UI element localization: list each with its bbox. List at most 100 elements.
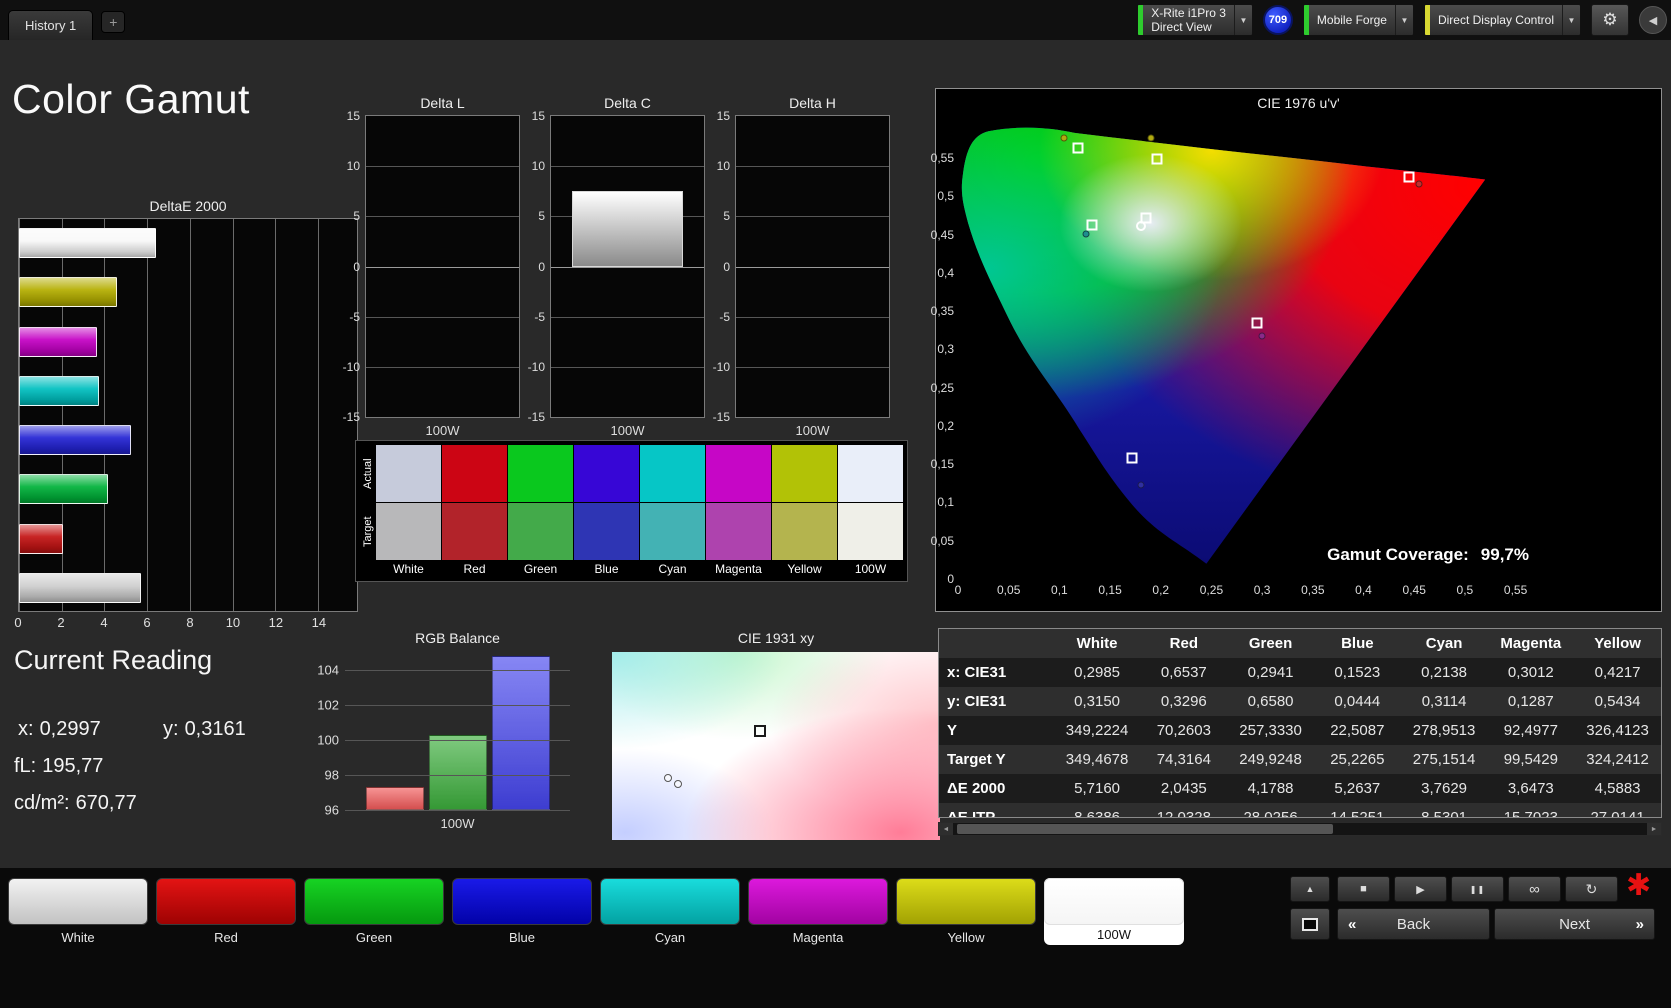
reading-y-value: 0,3161 [184, 718, 246, 740]
measurements-body: x: CIE31 0,2985 0,6537 0,2941 0,1523 0,2138 0,… [939, 658, 1661, 818]
patch-button-blue[interactable]: Blue [452, 878, 592, 945]
chevron-down-icon[interactable]: ▼ [1562, 5, 1580, 35]
patch-label: White [61, 930, 95, 945]
patch-list-up-button[interactable]: ▲ [1290, 876, 1330, 902]
bar-row [19, 367, 318, 416]
back-button[interactable]: « Back [1337, 908, 1490, 940]
scrollbar-thumb[interactable] [957, 824, 1333, 834]
chart-title: DeltaE 2000 [149, 198, 227, 214]
display-control-dropdown[interactable]: Direct Display Control ▼ [1423, 4, 1581, 36]
delta-trend-charts: Delta L 15 10 5 0 -5 -10 -15 100W Delta C 15 10 5 0 -5… [343, 95, 895, 445]
column-header: Green [1248, 635, 1293, 652]
swatch-label: White [393, 562, 424, 576]
alert-asterisk-icon[interactable]: ✱ [1626, 868, 1651, 903]
stop-button[interactable]: ■ [1337, 876, 1390, 902]
chart-title: CIE 1976 u'v' [1257, 95, 1340, 111]
reading-fl-label: fL: [14, 755, 37, 777]
table-cell: 0,6580 [1247, 693, 1294, 710]
actual-swatch [640, 445, 705, 502]
meter-dropdown[interactable]: X-Rite i1Pro 3 Direct View ▼ [1137, 4, 1253, 36]
patch-button-yellow[interactable]: Yellow [896, 878, 1036, 945]
gridline [345, 774, 570, 776]
gridline [345, 739, 570, 741]
patch-label: Blue [508, 930, 536, 945]
table-cell: 4,1788 [1247, 780, 1294, 797]
axis-tick-label: -15 [712, 410, 730, 424]
source-name: Mobile Forge [1316, 13, 1387, 27]
gridline [318, 219, 320, 611]
axis-tick-label: -10 [712, 359, 730, 374]
circle-marker [1136, 221, 1147, 232]
square-marker [1072, 142, 1084, 154]
target-swatch [772, 503, 837, 560]
scrollbar-track[interactable] [953, 823, 1647, 835]
gridline [345, 669, 570, 671]
patch-button-cyan[interactable]: Cyan [600, 878, 740, 945]
bar-row [19, 416, 318, 465]
table-cell: 0,2985 [1074, 664, 1121, 681]
gridline [366, 216, 519, 218]
reading-fl-value: 195,77 [42, 755, 104, 777]
axis-label: 100W [610, 423, 645, 438]
chart-title: CIE 1931 xy [737, 630, 815, 646]
axis-tick-label: 0,3 [1253, 583, 1271, 597]
rgb-bar-blue [491, 655, 550, 810]
scroll-left-button[interactable]: ◄ [939, 823, 953, 835]
patch-window-button[interactable] [1290, 908, 1330, 940]
source-dropdown[interactable]: Mobile Forge ▼ [1302, 4, 1414, 36]
reading-cdm2: cd/m²: 670,77 [14, 792, 137, 815]
actual-swatch [838, 445, 903, 502]
deltae-bar-red [19, 523, 63, 554]
row-label: Y [947, 722, 958, 739]
table-cell: 0,3012 [1507, 664, 1554, 681]
column-header: Yellow [1594, 635, 1641, 652]
patch-swatch [600, 878, 740, 925]
delta-chart-delta-l: Delta L 15 10 5 0 -5 -10 -15 100W [343, 95, 520, 438]
table-cell: 2,0435 [1160, 780, 1207, 797]
table-cell: 349,4678 [1065, 751, 1129, 768]
add-tab-button[interactable]: + [101, 11, 126, 33]
axis-tick-label: 100 [317, 732, 339, 748]
gridline [736, 266, 889, 268]
deltae-bar-yellow [19, 277, 118, 308]
meter-dropdown-text: X-Rite i1Pro 3 Direct View [1143, 5, 1234, 35]
circle-marker [673, 779, 682, 788]
current-reading-title: Current Reading [14, 645, 213, 675]
patch-button-red[interactable]: Red [156, 878, 296, 945]
pause-button[interactable]: ❚❚ [1451, 876, 1504, 902]
table-horizontal-scrollbar[interactable]: ◄ ► [938, 822, 1662, 836]
scroll-right-button[interactable]: ► [1647, 823, 1661, 835]
cie1931-plot [612, 652, 940, 840]
patch-swatch [1044, 878, 1184, 925]
axis-tick-label: 0,35 [1301, 583, 1325, 597]
table-cell: 14,5251 [1330, 809, 1385, 818]
patch-button-magenta[interactable]: Magenta [748, 878, 888, 945]
collapse-panel-button[interactable]: ◀ [1639, 6, 1667, 34]
display-name: Direct Display Control [1437, 13, 1554, 27]
reading-x-value: 0,2997 [39, 718, 101, 740]
next-button[interactable]: Next » [1494, 908, 1655, 940]
patch-button-green[interactable]: Green [304, 878, 444, 945]
axis-tick-label: -5 [534, 309, 545, 324]
axis-tick-label: -10 [527, 359, 545, 374]
swatch-label: Red [463, 562, 486, 576]
reading-cdm2-label: cd/m²: [14, 792, 70, 814]
table-cell: 0,6537 [1160, 664, 1207, 681]
chevron-down-icon[interactable]: ▼ [1233, 5, 1252, 35]
chevron-down-icon[interactable]: ▼ [1394, 5, 1413, 35]
top-bar: History 1 + X-Rite i1Pro 3 Direct View ▼… [0, 0, 1671, 40]
axis-tick-label: 0,05 [997, 583, 1021, 597]
delta-chart-delta-c: Delta C 15 10 5 0 -5 -10 -15 100W [528, 95, 705, 438]
tab-history-1[interactable]: History 1 [8, 10, 94, 40]
patch-button-100w[interactable]: 100W [1044, 878, 1184, 945]
patch-button-white[interactable]: White [8, 878, 148, 945]
refresh-button[interactable]: ↻ [1565, 876, 1618, 902]
colorspace-badge[interactable]: 709 [1262, 5, 1293, 35]
back-label: Back [1396, 915, 1431, 933]
continuous-measure-button[interactable]: ∞ [1508, 876, 1561, 902]
play-button[interactable]: ▶ [1394, 876, 1447, 902]
settings-gear-button[interactable]: ⚙ [1591, 4, 1629, 36]
target-swatch [838, 503, 903, 560]
meter-name: X-Rite i1Pro 3 [1151, 6, 1226, 20]
swatch-row-labels: Actual Target [360, 445, 376, 577]
